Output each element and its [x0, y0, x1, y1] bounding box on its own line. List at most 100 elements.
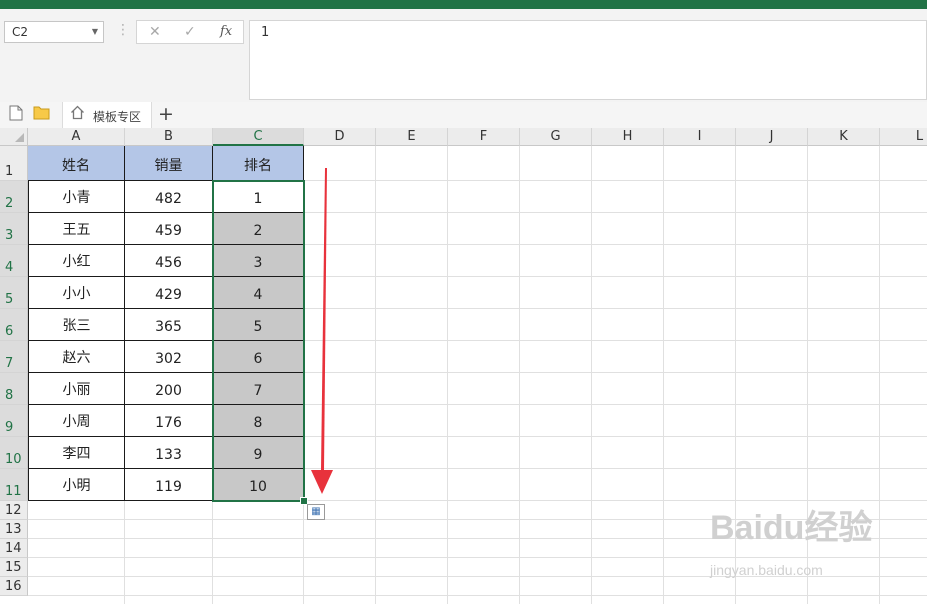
- row-header-7[interactable]: 7: [0, 341, 28, 373]
- row-header-2[interactable]: 2: [0, 181, 28, 213]
- table-cell[interactable]: 7: [213, 373, 304, 405]
- arrow-head: [311, 470, 333, 494]
- table-cell[interactable]: 9: [213, 437, 304, 469]
- watermark-brand: Baidu经验: [710, 509, 873, 547]
- drag-handle-icon[interactable]: ⋮: [116, 22, 130, 38]
- table-header-cell[interactable]: 销量: [125, 146, 213, 181]
- confirm-icon[interactable]: ✓: [184, 24, 196, 40]
- column-header-a[interactable]: A: [28, 128, 125, 146]
- row-header-10[interactable]: 10: [0, 437, 28, 469]
- gridline-vertical: [447, 146, 448, 604]
- cell-value: 销量: [154, 158, 183, 174]
- table-cell[interactable]: 10: [213, 469, 304, 501]
- add-tab-button[interactable]: +: [158, 103, 174, 125]
- table-cell[interactable]: 小青: [28, 181, 125, 213]
- table-cell[interactable]: 8: [213, 405, 304, 437]
- table-cell[interactable]: 小红: [28, 245, 125, 277]
- row-header-9[interactable]: 9: [0, 405, 28, 437]
- table-cell[interactable]: 2: [213, 213, 304, 245]
- tab-template-zone[interactable]: 模板专区: [62, 102, 152, 128]
- gridline-vertical: [591, 146, 592, 604]
- row-header-label: 9: [5, 420, 14, 435]
- table-cell[interactable]: 459: [125, 213, 213, 245]
- table-cell[interactable]: 176: [125, 405, 213, 437]
- row-header-label: 5: [5, 292, 14, 307]
- table-cell[interactable]: 1: [213, 181, 304, 213]
- cell-value: 小周: [62, 414, 91, 430]
- table-cell[interactable]: 张三: [28, 309, 125, 341]
- column-header-k[interactable]: K: [808, 128, 880, 146]
- table-header-cell[interactable]: 排名: [213, 146, 304, 181]
- row-header-12[interactable]: 12: [0, 501, 28, 520]
- chevron-down-icon[interactable]: ▼: [92, 22, 98, 42]
- cell-value: 9: [253, 447, 263, 463]
- app-title-bar: [0, 0, 927, 9]
- row-header-15[interactable]: 15: [0, 558, 28, 577]
- tab-template-label: 模板专区: [93, 110, 142, 124]
- cell-value: 7: [253, 383, 263, 399]
- table-cell[interactable]: 133: [125, 437, 213, 469]
- annotation-arrow-down: [311, 168, 333, 494]
- row-header-label: 12: [5, 503, 22, 518]
- select-all-corner[interactable]: [0, 128, 28, 146]
- table-cell[interactable]: 302: [125, 341, 213, 373]
- row-header-label: 7: [5, 356, 14, 371]
- column-header-e[interactable]: E: [376, 128, 448, 146]
- cell-value: 王五: [62, 222, 91, 238]
- table-cell[interactable]: 小周: [28, 405, 125, 437]
- name-box[interactable]: C2 ▼: [4, 21, 104, 43]
- table-cell[interactable]: 429: [125, 277, 213, 309]
- cell-value: 小青: [62, 190, 91, 206]
- cell-value: 119: [155, 479, 182, 495]
- column-header-h[interactable]: H: [592, 128, 664, 146]
- column-header-g[interactable]: G: [520, 128, 592, 146]
- cell-value: 2: [253, 223, 263, 239]
- column-header-d[interactable]: D: [304, 128, 376, 146]
- column-header-j[interactable]: J: [736, 128, 808, 146]
- column-header-l[interactable]: L: [880, 128, 927, 146]
- table-cell[interactable]: 王五: [28, 213, 125, 245]
- row-header-4[interactable]: 4: [0, 245, 28, 277]
- table-cell[interactable]: 6: [213, 341, 304, 373]
- row-header-3[interactable]: 3: [0, 213, 28, 245]
- autofill-options-button[interactable]: ▦: [307, 504, 325, 520]
- column-header-f[interactable]: F: [448, 128, 520, 146]
- row-header-13[interactable]: 13: [0, 520, 28, 539]
- table-cell[interactable]: 200: [125, 373, 213, 405]
- row-header-1[interactable]: 1: [0, 146, 28, 181]
- insert-function-icon[interactable]: fx: [220, 24, 232, 39]
- cell-value: 133: [155, 447, 182, 463]
- row-header-8[interactable]: 8: [0, 373, 28, 405]
- table-header-cell[interactable]: 姓名: [28, 146, 125, 181]
- table-cell[interactable]: 小小: [28, 277, 125, 309]
- cancel-icon[interactable]: ✕: [149, 24, 161, 40]
- table-cell[interactable]: 李四: [28, 437, 125, 469]
- table-cell[interactable]: 小丽: [28, 373, 125, 405]
- column-header-c[interactable]: C: [213, 128, 304, 146]
- row-header-11[interactable]: 11: [0, 469, 28, 501]
- new-file-icon[interactable]: [9, 105, 23, 125]
- table-cell[interactable]: 5: [213, 309, 304, 341]
- folder-icon[interactable]: [33, 105, 50, 124]
- table-cell[interactable]: 3: [213, 245, 304, 277]
- cell-value: 李四: [62, 446, 91, 462]
- row-header-6[interactable]: 6: [0, 309, 28, 341]
- table-cell[interactable]: 119: [125, 469, 213, 501]
- cell-value: 482: [155, 191, 182, 207]
- row-header-16[interactable]: 16: [0, 577, 28, 596]
- home-icon: [70, 105, 85, 124]
- row-header-5[interactable]: 5: [0, 277, 28, 309]
- table-cell[interactable]: 赵六: [28, 341, 125, 373]
- column-header-i[interactable]: I: [664, 128, 736, 146]
- column-header-b[interactable]: B: [125, 128, 213, 146]
- cell-value: 8: [253, 415, 263, 431]
- formula-value: 1: [261, 25, 270, 40]
- table-cell[interactable]: 456: [125, 245, 213, 277]
- formula-input[interactable]: 1: [249, 20, 927, 100]
- table-cell[interactable]: 小明: [28, 469, 125, 501]
- row-header-label: 1: [5, 164, 14, 179]
- row-header-14[interactable]: 14: [0, 539, 28, 558]
- table-cell[interactable]: 482: [125, 181, 213, 213]
- table-cell[interactable]: 365: [125, 309, 213, 341]
- table-cell[interactable]: 4: [213, 277, 304, 309]
